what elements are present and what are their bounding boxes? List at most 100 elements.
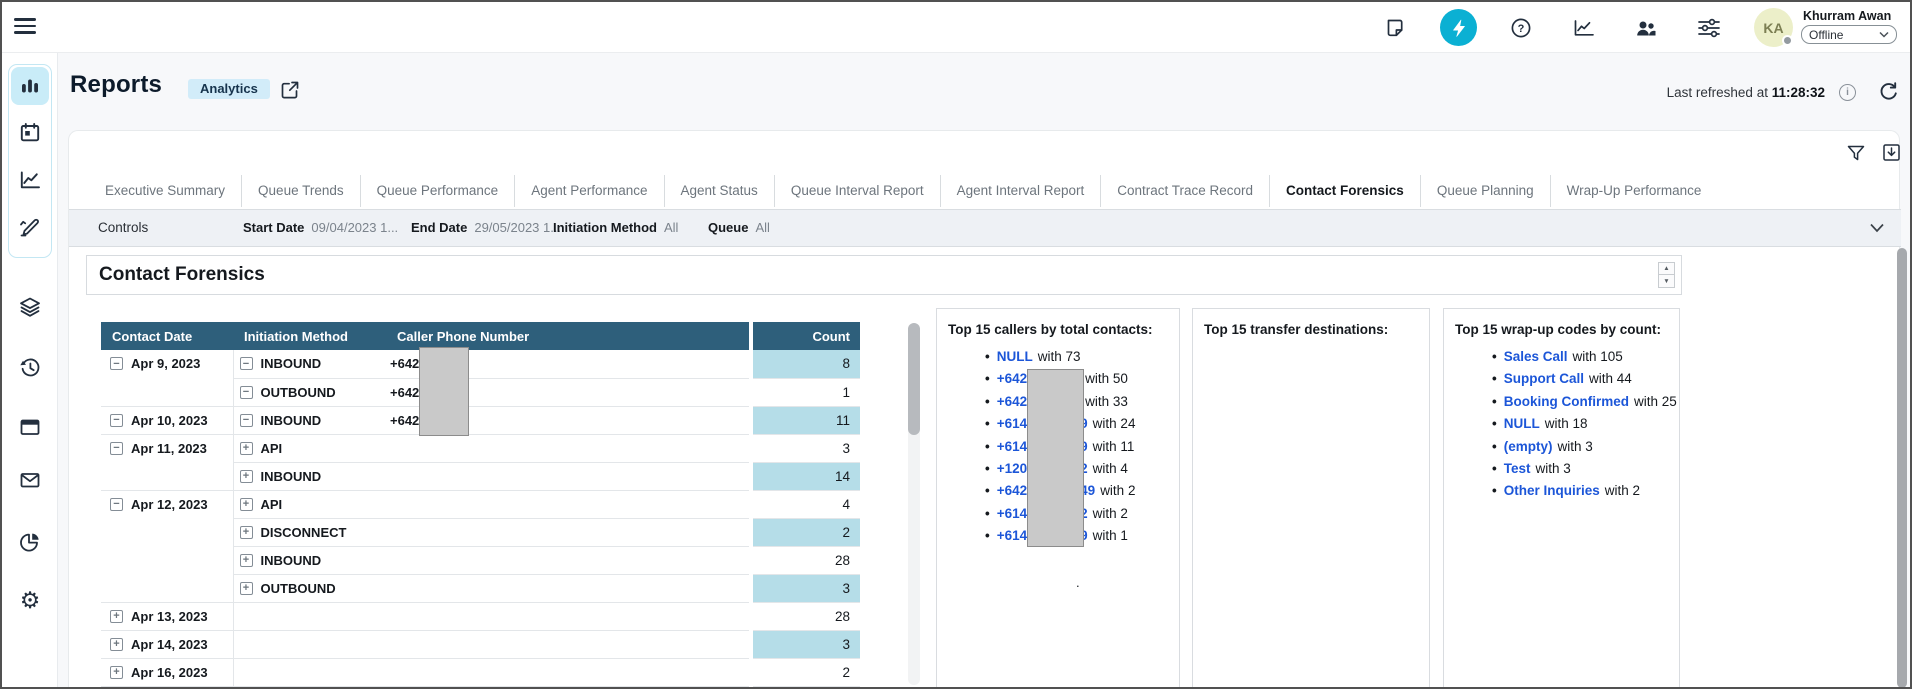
expand-plus-icon[interactable]: + xyxy=(240,442,253,455)
wrapup-link[interactable]: Other Inquiries xyxy=(1504,483,1600,498)
external-link-icon[interactable] xyxy=(280,80,300,100)
bullet-icon: • xyxy=(1492,371,1497,386)
tab-wrap-up-performance[interactable]: Wrap-Up Performance xyxy=(1550,175,1718,207)
expand-plus-icon[interactable]: + xyxy=(240,554,253,567)
caller-link[interactable]: +614 xyxy=(997,528,1027,543)
status-select[interactable]: Offline xyxy=(1801,25,1897,44)
column-header-contact-date[interactable]: Contact Date xyxy=(101,322,233,350)
filter-icon[interactable] xyxy=(1847,144,1865,162)
tab-queue-interval-report[interactable]: Queue Interval Report xyxy=(774,175,940,207)
sidebar-item-layers[interactable] xyxy=(18,295,42,319)
method-label: OUTBOUND xyxy=(261,581,336,596)
help-icon[interactable]: ? xyxy=(1510,17,1532,39)
expand-plus-icon[interactable]: + xyxy=(240,470,253,483)
tab-contact-forensics[interactable]: Contact Forensics xyxy=(1269,175,1420,207)
expand-plus-icon[interactable]: + xyxy=(240,498,253,511)
caller-count-text: with 50 xyxy=(1085,371,1128,386)
page-scrollbar-thumb[interactable] xyxy=(1897,248,1907,688)
column-header-initiation-method[interactable]: Initiation Method xyxy=(233,322,386,350)
caller-link[interactable]: +614 xyxy=(997,506,1027,521)
history-icon xyxy=(18,355,42,379)
caller-item: •NULLwith 73 xyxy=(985,346,1179,368)
wrapup-link[interactable]: NULL xyxy=(1504,416,1540,431)
sidebar-item-design[interactable] xyxy=(11,208,49,246)
caller-link[interactable]: +642 xyxy=(997,371,1027,386)
cell-count: 3 xyxy=(751,574,860,602)
filter-end-date[interactable]: End Date29/05/2023 1... xyxy=(411,210,561,246)
caller-link[interactable]: +614 xyxy=(997,416,1027,431)
wrapup-link[interactable]: Support Call xyxy=(1504,371,1584,386)
quick-actions-icon[interactable] xyxy=(1440,9,1477,46)
report-tabs: Executive SummaryQueue TrendsQueue Perfo… xyxy=(89,175,1717,207)
tab-queue-performance[interactable]: Queue Performance xyxy=(360,175,515,207)
tab-executive-summary[interactable]: Executive Summary xyxy=(89,175,241,207)
agents-icon[interactable] xyxy=(1634,17,1656,39)
expand-plus-icon[interactable]: + xyxy=(240,526,253,539)
spinner-up-icon[interactable]: ▲ xyxy=(1658,262,1675,275)
tab-agent-interval-report[interactable]: Agent Interval Report xyxy=(940,175,1101,207)
sidebar-item-calendar[interactable] xyxy=(11,114,49,152)
wrapup-link[interactable]: Test xyxy=(1504,461,1531,476)
caller-link[interactable]: +614 xyxy=(997,439,1027,454)
collapse-minus-icon[interactable]: − xyxy=(240,414,253,427)
panel-title: Top 15 wrap-up codes by count: xyxy=(1444,309,1679,337)
collapse-minus-icon[interactable]: − xyxy=(240,386,253,399)
wrapup-link[interactable]: Sales Call xyxy=(1504,349,1568,364)
collapse-minus-icon[interactable]: − xyxy=(110,414,123,427)
tab-contract-trace-record[interactable]: Contract Trace Record xyxy=(1100,175,1269,207)
sidebar-item-settings[interactable]: ⚙ xyxy=(18,588,42,612)
bullet-icon: • xyxy=(985,349,990,364)
filter-start-date[interactable]: Start Date09/04/2023 1... xyxy=(243,210,398,246)
expand-plus-icon[interactable]: + xyxy=(110,638,123,651)
expand-plus-icon[interactable]: + xyxy=(110,666,123,679)
sidebar-item-window[interactable] xyxy=(18,415,42,439)
method-label: INBOUND xyxy=(261,469,322,484)
chevron-down-icon[interactable] xyxy=(1869,222,1885,234)
caller-count-text: with 2 xyxy=(1093,506,1128,521)
date-label: Apr 13, 2023 xyxy=(131,609,208,624)
cell-initiation-method: + OUTBOUND xyxy=(233,574,386,602)
download-icon[interactable] xyxy=(1882,143,1901,162)
hamburger-menu-icon[interactable] xyxy=(14,18,36,34)
column-header-count[interactable]: Count xyxy=(751,322,860,350)
collapse-minus-icon[interactable]: − xyxy=(240,357,253,370)
table-scrollbar-thumb[interactable] xyxy=(908,323,920,435)
cell-caller-phone xyxy=(386,546,751,574)
sidebar-item-analytics-dashboard[interactable] xyxy=(11,67,49,105)
collapse-minus-icon[interactable]: − xyxy=(110,357,123,370)
tab-queue-planning[interactable]: Queue Planning xyxy=(1420,175,1550,207)
expand-plus-icon[interactable]: + xyxy=(110,610,123,623)
notes-icon[interactable] xyxy=(1384,17,1406,39)
caller-link[interactable]: +642 xyxy=(997,394,1027,409)
wrapup-link[interactable]: (empty) xyxy=(1504,439,1553,454)
cell-contact-date: +Apr 14, 2023 xyxy=(101,630,233,658)
metrics-icon[interactable] xyxy=(1572,17,1594,39)
column-header-caller-phone-number[interactable]: Caller Phone Number xyxy=(386,322,751,350)
tab-queue-trends[interactable]: Queue Trends xyxy=(241,175,360,207)
filter-queue[interactable]: QueueAll xyxy=(708,210,770,246)
info-icon[interactable]: i xyxy=(1839,84,1856,101)
top-bar: ? KA Khurram Awan Offline xyxy=(2,2,1910,53)
collapse-minus-icon[interactable]: − xyxy=(110,498,123,511)
tab-agent-performance[interactable]: Agent Performance xyxy=(514,175,663,207)
caller-link[interactable]: +642 xyxy=(997,483,1027,498)
sidebar-item-history[interactable] xyxy=(18,355,42,379)
refresh-icon[interactable] xyxy=(1878,81,1899,102)
method-cell-content: +DISCONNECT xyxy=(234,519,387,546)
cell-caller-phone xyxy=(386,574,751,602)
sidebar-item-pie-chart[interactable] xyxy=(18,530,42,554)
caller-link[interactable]: NULL xyxy=(997,349,1033,364)
sidebar-item-metrics[interactable] xyxy=(11,161,49,199)
status-dot xyxy=(1782,35,1793,46)
sliders-icon[interactable] xyxy=(1696,17,1722,39)
caller-link[interactable]: +120 xyxy=(997,461,1027,476)
expand-plus-icon[interactable]: + xyxy=(240,582,253,595)
wrapup-link[interactable]: Booking Confirmed xyxy=(1504,394,1629,409)
spinner-down-icon[interactable]: ▼ xyxy=(1658,275,1675,288)
filter-initiation-method[interactable]: Initiation MethodAll xyxy=(553,210,678,246)
sidebar-item-mail[interactable] xyxy=(18,468,42,492)
panel-transfer-destinations: Top 15 transfer destinations: xyxy=(1192,308,1430,689)
collapse-minus-icon[interactable]: − xyxy=(110,442,123,455)
tab-agent-status[interactable]: Agent Status xyxy=(664,175,774,207)
section-header: Contact Forensics ▲ ▼ xyxy=(86,255,1682,295)
